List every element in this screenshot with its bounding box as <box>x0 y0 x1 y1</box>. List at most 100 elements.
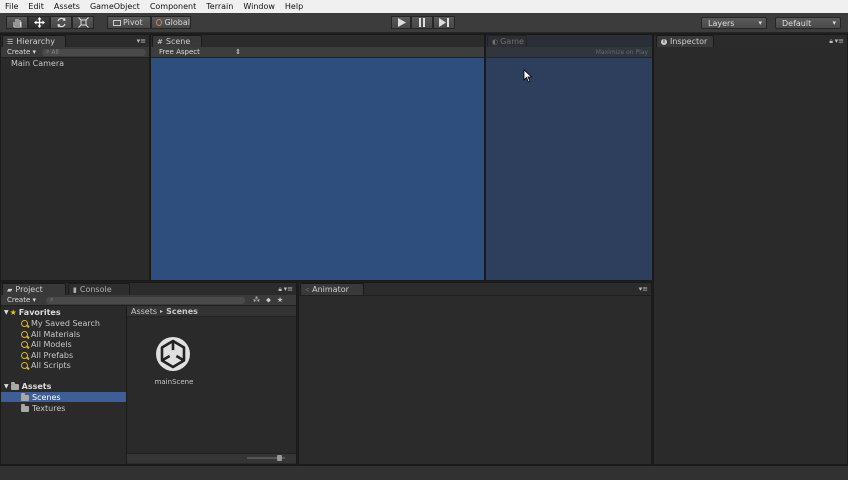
layers-dropdown[interactable]: Layers ▾ <box>701 17 767 29</box>
search-icon <box>21 320 28 327</box>
favorite-star-icon[interactable]: ★ <box>277 296 283 304</box>
pivot-toggle-button[interactable]: Pivot <box>107 16 151 29</box>
asset-tile-mainscene[interactable]: mainScene <box>149 336 199 386</box>
tree-item-all-prefabs[interactable]: All Prefabs <box>21 351 73 360</box>
search-icon <box>21 331 28 338</box>
animator-tabbar: ⁖ Animator ▾≡ <box>299 283 651 295</box>
tab-game[interactable]: ◐ Game <box>487 35 527 47</box>
scene-toolbar: Free Aspect ⇕ <box>151 47 484 58</box>
layers-label: Layers <box>708 18 735 28</box>
info-icon: i <box>661 38 667 45</box>
play-icon <box>397 18 406 27</box>
tree-item-scenes[interactable]: Scenes <box>21 392 61 402</box>
tree-item-saved-search[interactable]: My Saved Search <box>21 319 100 328</box>
game-toolbar: Maximize on Play <box>486 47 652 58</box>
tab-hierarchy[interactable]: ☰ Hierarchy <box>2 35 66 47</box>
scale-tool-button[interactable] <box>72 16 94 29</box>
hierarchy-item-label: Main Camera <box>11 59 65 68</box>
tree-item-label: Textures <box>32 404 66 413</box>
rotate-tool-button[interactable] <box>50 16 72 29</box>
menu-gameobject[interactable]: GameObject <box>85 2 145 11</box>
panel-menu-icon[interactable]: ▾≡ <box>137 37 146 45</box>
toolbar: Pivot Global Layers ▾ Default ▾ <box>0 13 848 33</box>
hierarchy-create-button[interactable]: Create ▾ <box>1 48 36 56</box>
animator-graph-area[interactable] <box>299 295 651 464</box>
hand-tool-button[interactable] <box>6 16 28 29</box>
move-tool-button[interactable] <box>28 16 50 29</box>
breadcrumb-assets[interactable]: Assets <box>131 307 157 316</box>
icon-size-slider-handle[interactable] <box>277 455 282 461</box>
play-button[interactable] <box>391 16 411 29</box>
lock-icon[interactable]: 🔒︎ <box>829 37 833 46</box>
project-tabbar: ▰ Project ▮ Console 🔒︎ ▾≡ <box>1 283 296 295</box>
menu-window[interactable]: Window <box>238 2 280 11</box>
tree-item-all-materials[interactable]: All Materials <box>21 330 80 339</box>
step-forward-icon <box>439 18 449 27</box>
globe-icon <box>156 19 163 26</box>
tree-item-textures[interactable]: Textures <box>21 403 66 413</box>
asset-tile-label: mainScene <box>154 378 194 386</box>
project-panel: ▰ Project ▮ Console 🔒︎ ▾≡ Create ▾ ⌕ ⁂ ⬥… <box>0 282 297 465</box>
scene-viewport[interactable] <box>151 58 484 280</box>
menu-file[interactable]: File <box>0 2 23 11</box>
aspect-dropdown[interactable]: Free Aspect ⇕ <box>151 48 241 56</box>
search-icon <box>21 362 28 369</box>
expand-arrow-icon: ▼ <box>4 383 9 390</box>
lock-icon[interactable]: 🔒︎ <box>278 285 282 294</box>
global-toggle-button[interactable]: Global <box>151 16 191 29</box>
console-tab-label: Console <box>79 285 112 294</box>
scene-tabbar: # Scene <box>151 35 484 47</box>
panel-menu-icon[interactable]: ▾≡ <box>284 285 293 293</box>
folder-icon <box>10 381 19 390</box>
expand-arrow-icon: ▼ <box>4 309 9 316</box>
inspector-tab-label: Inspector <box>670 37 708 46</box>
tab-project[interactable]: ▰ Project <box>2 283 66 295</box>
step-button[interactable] <box>433 16 455 29</box>
filter-by-label-icon[interactable]: ⬥ <box>266 296 271 305</box>
scene-tab-label: Scene <box>165 37 191 46</box>
panel-menu-icon[interactable]: ▾≡ <box>639 285 648 293</box>
hierarchy-tab-label: Hierarchy <box>16 37 55 46</box>
tree-item-all-models[interactable]: All Models <box>21 340 72 349</box>
tree-assets[interactable]: ▼ Assets <box>4 381 51 391</box>
tree-favorites[interactable]: ▼ ★ Favorites <box>4 308 61 317</box>
maximize-on-play-toggle[interactable]: Maximize on Play <box>596 49 648 56</box>
search-placeholder: All <box>51 48 59 56</box>
tree-item-label: All Models <box>31 340 72 349</box>
star-icon: ★ <box>9 308 17 317</box>
filter-by-type-icon[interactable]: ⁂ <box>253 296 260 304</box>
tab-animator[interactable]: ⁖ Animator <box>300 283 364 295</box>
favorites-label: Favorites <box>18 308 61 317</box>
hand-icon <box>13 18 21 27</box>
tab-scene[interactable]: # Scene <box>152 35 202 47</box>
console-icon: ▮ <box>73 285 77 294</box>
game-tab-label: Game <box>500 37 524 46</box>
menu-assets[interactable]: Assets <box>49 2 85 11</box>
create-label: Create <box>7 296 31 304</box>
menu-component[interactable]: Component <box>145 2 201 11</box>
layout-dropdown[interactable]: Default ▾ <box>775 17 841 29</box>
animator-panel: ⁖ Animator ▾≡ <box>298 282 652 465</box>
tab-console[interactable]: ▮ Console <box>68 283 130 295</box>
tree-item-all-scripts[interactable]: All Scripts <box>21 361 71 370</box>
hierarchy-search-input[interactable]: ⌕ All <box>42 48 147 56</box>
menu-help[interactable]: Help <box>280 2 308 11</box>
game-viewport[interactable] <box>486 58 652 280</box>
project-create-button[interactable]: Create ▾ <box>1 296 36 304</box>
search-icon <box>21 341 28 348</box>
menu-edit[interactable]: Edit <box>23 2 49 11</box>
project-search-input[interactable]: ⌕ <box>46 296 246 304</box>
menu-terrain[interactable]: Terrain <box>201 2 238 11</box>
folder-icon <box>21 392 29 401</box>
list-icon: ☰ <box>7 37 14 46</box>
pause-button[interactable] <box>411 16 433 29</box>
tree-item-label: All Materials <box>31 330 81 339</box>
panel-menu-icon[interactable]: ▾≡ <box>835 37 844 45</box>
tab-inspector[interactable]: i Inspector <box>656 35 714 47</box>
hierarchy-item-main-camera[interactable]: Main Camera <box>11 59 64 68</box>
breadcrumb-scenes[interactable]: Scenes <box>166 307 198 316</box>
hierarchy-panel: ☰ Hierarchy ▾≡ Create ▾ ⌕ All Main Camer… <box>0 34 150 281</box>
layout-label: Default <box>782 18 812 28</box>
tree-item-label: All Scripts <box>31 361 71 370</box>
unity-scene-icon <box>156 337 190 371</box>
